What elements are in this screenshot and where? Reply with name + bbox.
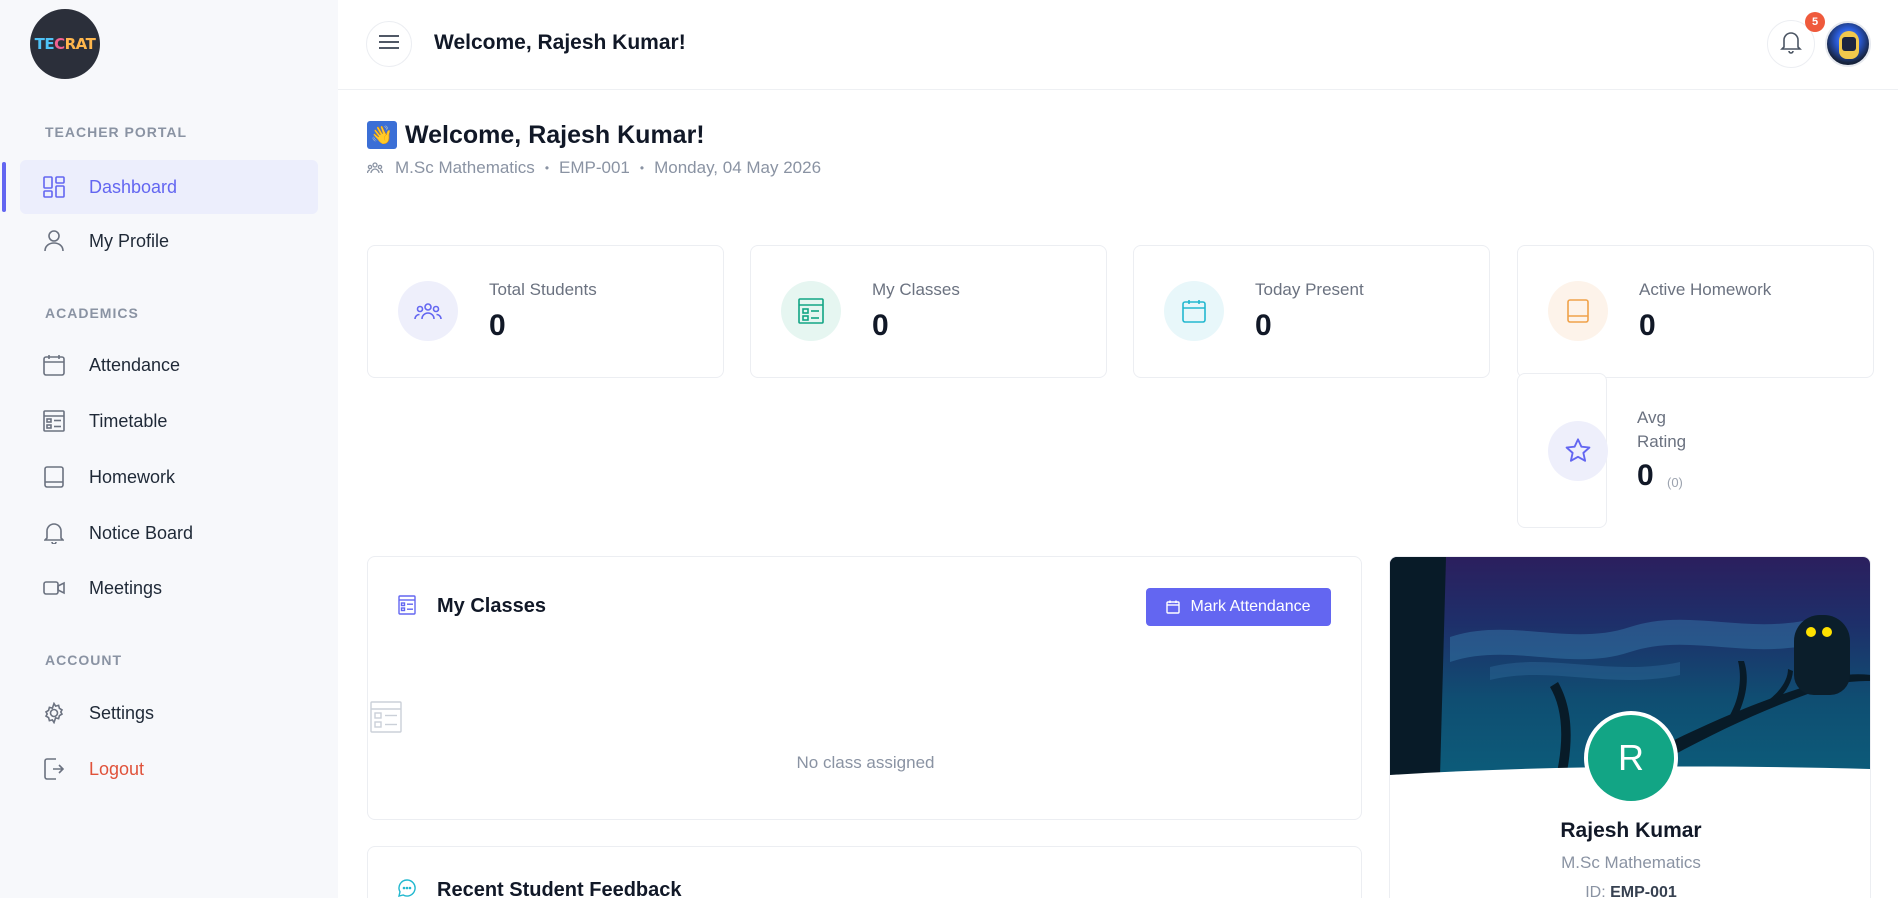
- stat-value: 0: [489, 309, 506, 342]
- bell-icon: [1780, 30, 1802, 59]
- mark-attendance-button[interactable]: Mark Attendance: [1146, 588, 1331, 626]
- calendar-icon: [1166, 600, 1181, 614]
- timetable-icon: [398, 595, 416, 620]
- date-text: Monday, 04 May 2026: [654, 158, 822, 177]
- waving-hand-icon: 👋: [367, 121, 397, 149]
- sidebar-item-logout[interactable]: Logout: [20, 742, 318, 796]
- notification-badge: 5: [1805, 12, 1825, 32]
- profile-id: ID: EMP-001: [1390, 884, 1870, 898]
- sidebar-item-dashboard[interactable]: Dashboard: [20, 160, 318, 214]
- calendar-icon: [1164, 281, 1224, 341]
- panel-title: My Classes: [437, 595, 546, 617]
- hamburger-icon: [379, 34, 399, 55]
- sidebar-item-attendance[interactable]: Attendance: [20, 338, 318, 392]
- stat-card-active-homework: Active Homework 0: [1517, 245, 1874, 378]
- logo-text-part1: TE: [34, 35, 55, 53]
- bell-icon: [42, 521, 66, 545]
- app-logo[interactable]: TE C RAT: [30, 9, 100, 79]
- logout-icon: [42, 757, 66, 781]
- panel-title: Recent Student Feedback: [437, 879, 682, 898]
- stat-card-my-classes: My Classes 0: [750, 245, 1107, 378]
- logo-text-part2: C: [54, 35, 65, 53]
- stat-card-avg-rating: [1517, 373, 1608, 528]
- stat-label: Today Present: [1255, 280, 1364, 299]
- sidebar-item-my-profile[interactable]: My Profile: [20, 214, 318, 268]
- owl-illustration: [1794, 615, 1850, 695]
- dashboard-icon: [42, 175, 66, 199]
- gear-icon: [42, 701, 66, 725]
- stat-label: Active Homework: [1639, 280, 1772, 299]
- stat-value: 0: [1639, 309, 1656, 342]
- sidebar-item-settings[interactable]: Settings: [20, 686, 318, 740]
- owl-eye: [1822, 627, 1832, 637]
- qualification-text: M.Sc Mathematics: [395, 158, 535, 177]
- user-icon: [42, 229, 66, 253]
- sidebar-item-label: Dashboard: [89, 176, 178, 197]
- sidebar-item-label: Notice Board: [89, 522, 194, 543]
- section-label-academics: ACADEMICS: [45, 305, 139, 321]
- stat-label: Total Students: [489, 280, 597, 299]
- profile-name: Rajesh Kumar: [1560, 819, 1702, 842]
- profile-degree: M.Sc Mathematics: [1561, 853, 1701, 872]
- user-avatar[interactable]: [1825, 21, 1871, 67]
- my-classes-panel: My Classes Mark Attendance No class assi…: [367, 556, 1362, 820]
- sidebar-item-label: Attendance: [89, 354, 181, 375]
- separator-dot: •: [639, 161, 645, 175]
- stat-card-total-students: Total Students 0: [367, 245, 724, 378]
- classes-icon: [781, 281, 841, 341]
- menu-toggle-button[interactable]: [366, 21, 412, 67]
- sidebar-item-meetings[interactable]: Meetings: [20, 561, 318, 615]
- recent-feedback-panel: Recent Student Feedback: [367, 846, 1362, 898]
- book-icon: [1548, 281, 1608, 341]
- profile-id-value: EMP-001: [1610, 884, 1677, 898]
- empty-state-text: No class assigned: [796, 753, 935, 772]
- stat-value: 0: [1637, 459, 1654, 492]
- sidebar-item-label: Logout: [89, 758, 145, 779]
- top-header: Welcome, Rajesh Kumar! 5: [338, 0, 1898, 90]
- owl-eye: [1806, 627, 1816, 637]
- sidebar-item-label: Meetings: [89, 577, 163, 598]
- separator-dot: •: [544, 161, 550, 175]
- group-icon: [367, 162, 383, 174]
- page-title: Welcome, Rajesh Kumar!: [405, 121, 705, 149]
- empty-state-icon: [370, 701, 402, 738]
- profile-avatar: R: [1584, 711, 1678, 805]
- avatar-image-detail: [1842, 37, 1856, 51]
- sidebar-item-homework[interactable]: Homework: [20, 450, 318, 504]
- sidebar-item-label: My Profile: [89, 230, 170, 251]
- stat-value: 0: [872, 309, 889, 342]
- page-meta: M.Sc Mathematics • EMP-001 • Monday, 04 …: [367, 158, 821, 178]
- section-label-account: ACCOUNT: [45, 652, 122, 668]
- stat-card-today-present: Today Present 0: [1133, 245, 1490, 378]
- star-icon: [1548, 421, 1608, 481]
- employee-id-text: EMP-001: [559, 158, 630, 177]
- students-icon: [398, 281, 458, 341]
- profile-id-label: ID:: [1585, 884, 1606, 898]
- active-indicator: [2, 162, 6, 212]
- stat-label: Avg Rating: [1637, 408, 1687, 451]
- section-label-teacher-portal: TEACHER PORTAL: [45, 124, 188, 140]
- logo-text-part3: RAT: [64, 35, 96, 53]
- header-title: Welcome, Rajesh Kumar!: [434, 31, 686, 54]
- chat-icon: [398, 879, 416, 898]
- button-label: Mark Attendance: [1190, 598, 1311, 615]
- calendar-icon: [42, 353, 66, 377]
- sidebar: TE C RAT TEACHER PORTAL Dashboard My Profi…: [0, 0, 338, 898]
- sidebar-item-notice-board[interactable]: Notice Board: [20, 506, 318, 560]
- stat-label: My Classes: [872, 280, 960, 299]
- book-icon: [42, 465, 66, 489]
- stat-value: 0: [1255, 309, 1272, 342]
- timetable-icon: [42, 409, 66, 433]
- profile-card: R Rajesh Kumar M.Sc Mathematics ID: EMP-…: [1389, 556, 1871, 898]
- sidebar-item-timetable[interactable]: Timetable: [20, 394, 318, 448]
- sidebar-item-label: Settings: [89, 702, 155, 723]
- rating-count: (0): [1667, 475, 1683, 490]
- video-icon: [42, 576, 66, 600]
- sidebar-item-label: Timetable: [89, 410, 168, 431]
- sidebar-item-label: Homework: [89, 466, 176, 487]
